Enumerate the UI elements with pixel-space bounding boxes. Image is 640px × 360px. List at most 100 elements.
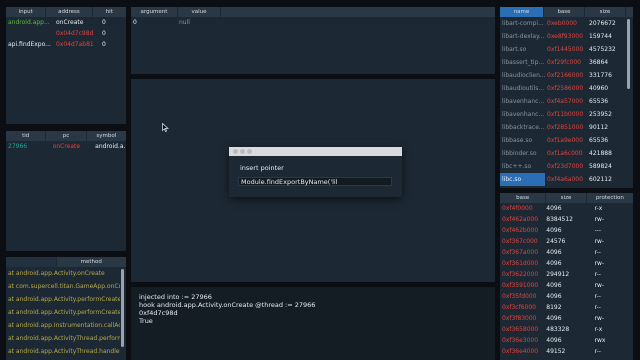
range-protection: r-- [594, 271, 601, 278]
table-row[interactable]: libbase.so 0xf1a9e000 65536 [500, 134, 633, 147]
module-size: 159744 [589, 33, 612, 40]
threads-col-symbol[interactable]: symbol [87, 131, 126, 141]
backtrace-col-method[interactable]: method [57, 257, 126, 267]
thread-symbol: android.a... [95, 143, 126, 150]
insert-pointer-dialog: insert pointer Module.findExportByName('… [229, 147, 402, 197]
table-row[interactable]: 0xf3622000 294912 r-- [500, 269, 633, 280]
table-row[interactable]: 0xf367a000 4096 r-- [500, 247, 633, 258]
table-row[interactable]: libart-compi... 0xeb0000 2076672 [500, 17, 633, 30]
ranges-body: 0xf4f0000 4096 r-x 0xf462a000 8384512 rw- 0xf4… [500, 203, 633, 357]
table-row[interactable]: 0xf36e4000 49152 r-- [500, 346, 633, 357]
arg-value: null [179, 19, 190, 26]
table-row[interactable]: libbinder.so 0xf1a6c000 421888 [500, 147, 633, 160]
table-row[interactable]: 0xf367c000 24576 rw- [500, 236, 633, 247]
table-row[interactable]: libavenhanc... 0xf11b0000 253952 [500, 108, 633, 121]
table-row[interactable]: 27966 onCreate android.a... [6, 141, 126, 152]
table-row[interactable]: at android.app.ActivityThread.handleLaun… [6, 345, 126, 358]
backtrace-frame: at android.app.Activity.performCreate [8, 296, 120, 303]
table-row[interactable]: api.findExpo... 0x04d7ab81 0 [6, 39, 126, 50]
dialog-titlebar[interactable] [229, 147, 402, 156]
module-size: 602112 [589, 176, 612, 183]
hook-address: 0x04d7ab81 [56, 41, 94, 48]
threads-col-tid[interactable]: tid [6, 131, 47, 141]
range-protection: rwx [594, 337, 606, 344]
range-size: 4096 [546, 337, 562, 344]
ranges-col-protection[interactable]: protection [587, 193, 633, 203]
modules-scrollbar[interactable] [627, 19, 630, 89]
args-col-value[interactable]: value [178, 7, 221, 17]
range-size: 4096 [546, 293, 562, 300]
backtrace-header: method [6, 257, 126, 267]
module-name: libavenhanc... [502, 98, 545, 105]
table-row[interactable]: libbacktrace... 0xf2851000 90112 [500, 121, 633, 134]
modules-col-size[interactable]: size [585, 7, 626, 17]
table-row[interactable]: 0xf462b000 4096 --- [500, 225, 633, 236]
table-row[interactable]: 0 null [131, 17, 495, 28]
table-row[interactable]: 0xf462a000 8384512 rw- [500, 214, 633, 225]
range-size: 4096 [546, 205, 562, 212]
table-row[interactable]: 0xf36e3000 4096 rwx [500, 335, 633, 346]
table-row[interactable]: 0xf3658000 483328 r-x [500, 324, 633, 335]
table-row[interactable]: 0xf361d000 4096 rw- [500, 258, 633, 269]
table-row[interactable]: libaudioutils... 0xf2586000 40960 [500, 82, 633, 95]
hook-address: onCreate [56, 19, 84, 26]
modules-body: libart-compi... 0xeb0000 2076672 libart-dex… [500, 17, 633, 186]
range-base: 0xf36e3000 [502, 337, 539, 344]
table-row[interactable]: android.app... onCreate 0 [6, 17, 126, 28]
console-panel[interactable]: injected into := 27966 hook android.app.… [131, 287, 495, 360]
table-row[interactable]: 0xf4f0000 4096 r-x [500, 203, 633, 214]
table-row[interactable]: at com.supercell.titan.GameApp.onCreate [6, 280, 126, 293]
backtrace-panel: method at android.app.Activity.onCreate a… [6, 257, 126, 360]
table-row[interactable]: libart-dexlay... 0xe8f93000 159744 [500, 30, 633, 43]
ranges-col-size[interactable]: size [546, 193, 587, 203]
table-row[interactable]: 0x04d7c98d 0 [6, 28, 126, 39]
table-row[interactable]: at android.app.Instrumentation.callActiv… [6, 319, 126, 332]
close-icon[interactable] [233, 149, 238, 154]
table-row[interactable]: libassert_tip... 0xf29fc000 36864 [500, 56, 633, 69]
table-row[interactable]: 0xf3591000 4096 rw- [500, 280, 633, 291]
console-line: 0xf4d7c98d [139, 309, 178, 317]
maximize-icon[interactable] [247, 149, 252, 154]
table-row[interactable]: libc.so 0xf4a6a000 602112 [500, 173, 633, 186]
table-row[interactable]: at android.app.Activity.performCreate [6, 293, 126, 306]
backtrace-frame: at android.app.Instrumentation.callActiv… [8, 322, 120, 329]
module-size: 2076672 [589, 20, 616, 27]
args-header: argument value [131, 7, 495, 17]
range-size: 4096 [546, 260, 562, 267]
module-base: 0xe8f93000 [547, 33, 583, 40]
backtrace-frame: at android.app.Activity.performCreate [8, 309, 120, 316]
backtrace-frame: at android.app.Activity.onCreate [8, 270, 105, 277]
table-row[interactable]: at android.app.Activity.performCreate [6, 306, 126, 319]
backtrace-scrollbar[interactable] [121, 269, 124, 347]
module-base: 0xf2166000 [547, 72, 584, 79]
module-base: 0xeb0000 [547, 20, 577, 27]
backtrace-body: at android.app.Activity.onCreate at com.s… [6, 267, 126, 358]
table-row[interactable]: 0xf3f83000 4096 rw- [500, 313, 633, 324]
ranges-panel: base size protection 0xf4f0000 4096 r-x 0xf… [500, 193, 633, 360]
table-row[interactable]: libart.so 0xf1445000 4575232 [500, 43, 633, 56]
ranges-col-base[interactable]: base [500, 193, 547, 203]
range-size: 294912 [546, 271, 570, 278]
module-size: 253952 [589, 111, 612, 118]
table-row[interactable]: 0xf3cf6000 8192 r-- [500, 302, 633, 313]
table-row[interactable]: at android.app.ActivityThread.performLau… [6, 332, 126, 345]
modules-col-name[interactable]: name [500, 7, 544, 17]
hooks-col-address[interactable]: address [46, 7, 93, 17]
table-row[interactable]: libaudioclien... 0xf2166000 331776 [500, 69, 633, 82]
module-size: 421888 [589, 150, 612, 157]
module-name: libart-compi... [502, 20, 544, 27]
pointer-input[interactable]: Module.findExportByName('lil [238, 177, 392, 186]
threads-col-pc[interactable]: pc [46, 131, 87, 141]
table-row[interactable]: libc++.so 0xf23d7000 589824 [500, 160, 633, 173]
hooks-col-input[interactable]: input [6, 7, 47, 17]
modules-col-base[interactable]: base [544, 7, 585, 17]
range-base: 0xf367a000 [502, 249, 539, 256]
table-row[interactable]: 0xf35fd000 4096 r-- [500, 291, 633, 302]
range-base: 0xf367c000 [502, 238, 538, 245]
args-col-argument[interactable]: argument [131, 7, 178, 17]
table-row[interactable]: libavenhanc... 0xf4a57000 65536 [500, 95, 633, 108]
table-row[interactable]: at android.app.Activity.onCreate [6, 267, 126, 280]
module-name: libc.so [500, 173, 545, 186]
minimize-icon[interactable] [240, 149, 245, 154]
hooks-col-hit[interactable]: hit [93, 7, 126, 17]
